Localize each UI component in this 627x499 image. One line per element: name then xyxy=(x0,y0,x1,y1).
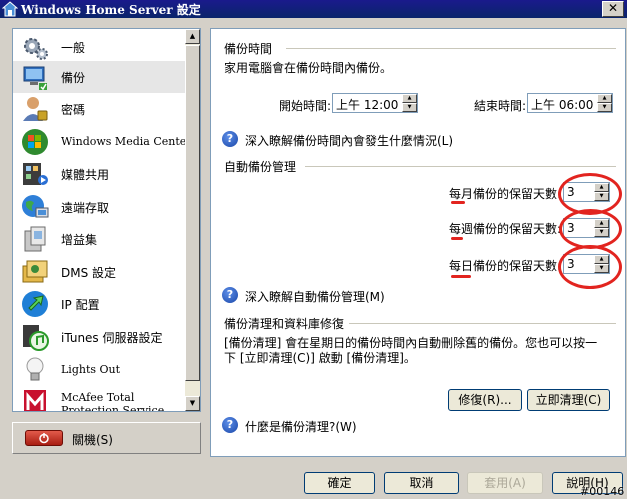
section-heading-backup-time: 備份時間 xyxy=(224,42,273,56)
annotation-circle xyxy=(559,209,622,249)
sidebar-item-mcafee[interactable]: McAfee Total Protection Service xyxy=(13,386,185,412)
help-icon: ? xyxy=(222,287,238,303)
divider xyxy=(305,166,616,167)
scroll-thumb[interactable] xyxy=(185,45,200,381)
sidebar-item-label: DMS 設定 xyxy=(61,266,117,280)
close-button[interactable]: ✕ xyxy=(602,1,624,17)
sidebar-item-lights-out[interactable]: Lights Out xyxy=(13,353,185,385)
sidebar-item-label: IP 配置 xyxy=(61,298,100,312)
sidebar-item-label: 密碼 xyxy=(61,103,86,117)
sidebar-item-label: iTunes 伺服器設定 xyxy=(61,331,163,345)
divider xyxy=(286,48,616,49)
spin-down-icon[interactable]: ▼ xyxy=(402,103,417,112)
spin-up-icon[interactable]: ▲ xyxy=(402,94,417,103)
annotation-circle xyxy=(558,245,622,289)
sidebar-item-password[interactable]: 密碼 xyxy=(13,93,185,125)
cleanup-description-line2: 下 [立即清理(C)] 啟動 [備份清理]。 xyxy=(224,351,416,365)
sidebar-item-label: 備份 xyxy=(61,71,86,85)
window-title: Windows Home Server 設定 xyxy=(21,3,201,17)
end-time-label: 結束時間: xyxy=(474,99,527,113)
help-icon: ? xyxy=(222,131,238,147)
annotation-underline xyxy=(451,275,471,278)
start-time-spinner[interactable]: 上午 12:00 ▲ ▼ xyxy=(332,93,418,113)
ok-button[interactable]: 確定 xyxy=(304,472,375,494)
lightbulb-icon xyxy=(26,357,44,381)
power-icon xyxy=(25,430,63,446)
backup-settings-panel: 備份時間 家用電腦會在備份時間內備份。 開始時間: 上午 12:00 ▲ ▼ 結… xyxy=(210,28,626,457)
close-icon: ✕ xyxy=(607,1,619,15)
cleanup-help-link[interactable]: 什麼是備份清理?(W) xyxy=(245,418,357,435)
cleanup-now-button[interactable]: 立即清理(C) xyxy=(527,389,610,411)
windows-media-center-icon xyxy=(22,129,48,155)
gears-icon xyxy=(24,38,48,60)
watermark: #00146 xyxy=(580,485,625,498)
divider xyxy=(349,323,616,324)
scroll-down-arrow-icon[interactable]: ▼ xyxy=(185,396,200,411)
end-time-value: 上午 06:00 xyxy=(531,98,594,112)
section-heading-cleanup: 備份清理和資料庫修復 xyxy=(224,317,345,331)
shutdown-button[interactable]: 關機(S) xyxy=(12,422,201,454)
start-time-value: 上午 12:00 xyxy=(336,98,399,112)
apply-button[interactable]: 套用(A) xyxy=(467,472,543,494)
backup-computer-icon xyxy=(23,66,47,91)
add-ins-icon xyxy=(24,226,46,252)
sidebar-item-label: 一般 xyxy=(61,41,86,55)
sidebar-item-remote-access[interactable]: 遠端存取 xyxy=(13,191,185,223)
sidebar-item-general[interactable]: 一般 xyxy=(13,31,185,63)
cancel-button[interactable]: 取消 xyxy=(384,472,459,494)
annotation-underline xyxy=(451,201,465,204)
sidebar-item-media-center[interactable]: Windows Media Center xyxy=(13,126,192,158)
mcafee-icon xyxy=(24,390,46,411)
scroll-up-arrow-icon[interactable]: ▲ xyxy=(185,29,200,44)
sidebar-item-label: McAfee Total Protection Service xyxy=(61,391,165,412)
spin-down-icon[interactable]: ▼ xyxy=(597,103,612,112)
windows-home-server-icon xyxy=(2,1,18,17)
backup-time-description: 家用電腦會在備份時間內備份。 xyxy=(224,61,393,75)
ip-arrow-icon xyxy=(22,291,48,317)
sidebar-item-itunes-server[interactable]: iTunes 伺服器設定 xyxy=(13,321,185,353)
sidebar-item-media-sharing[interactable]: 媒體共用 xyxy=(13,158,185,190)
spin-up-icon[interactable]: ▲ xyxy=(597,94,612,103)
sidebar-item-label: 增益集 xyxy=(61,233,98,247)
backup-time-help-link[interactable]: 深入瞭解備份時間內會發生什麼情況(L) xyxy=(245,132,453,149)
itunes-icon xyxy=(23,325,49,351)
sidebar-item-backup[interactable]: 備份 xyxy=(13,61,185,93)
repair-button[interactable]: 修復(R)... xyxy=(448,389,522,411)
sidebar-item-label: 媒體共用 xyxy=(61,168,110,182)
section-heading-auto-backup: 自動備份管理 xyxy=(224,160,297,174)
daily-retention-label: 每日備份的保留天數: xyxy=(449,259,562,273)
help-icon: ? xyxy=(222,417,238,433)
monthly-retention-label: 每月備份的保留天數: xyxy=(449,187,562,201)
shutdown-label: 關機(S) xyxy=(72,433,113,447)
sidebar-item-label: 遠端存取 xyxy=(61,201,110,215)
annotation-underline xyxy=(451,237,463,240)
user-password-icon xyxy=(23,97,48,121)
auto-backup-help-link[interactable]: 深入瞭解自動備份管理(M) xyxy=(245,288,385,305)
sidebar-item-add-ins[interactable]: 增益集 xyxy=(13,223,185,255)
sidebar-scrollbar[interactable]: ▲ ▼ xyxy=(185,29,200,411)
sidebar-item-dms-settings[interactable]: DMS 設定 xyxy=(13,256,185,288)
dms-icon xyxy=(22,260,48,283)
sidebar-item-label: Lights Out xyxy=(61,363,121,376)
start-time-label: 開始時間: xyxy=(279,99,332,113)
sidebar-item-label: Windows Media Center xyxy=(61,135,192,148)
end-time-spinner[interactable]: 上午 06:00 ▲ ▼ xyxy=(527,93,613,113)
sidebar-item-ip-config[interactable]: IP 配置 xyxy=(13,288,185,320)
weekly-retention-label: 每週備份的保留天數: xyxy=(449,222,562,236)
remote-access-globe-icon xyxy=(22,195,49,218)
settings-sidebar: 一般 備份 密碼 Windows Media Center 媒體共用 遠端存取 … xyxy=(12,28,201,412)
title-bar: Windows Home Server 設定 ✕ xyxy=(0,0,627,18)
media-sharing-icon xyxy=(23,163,48,185)
